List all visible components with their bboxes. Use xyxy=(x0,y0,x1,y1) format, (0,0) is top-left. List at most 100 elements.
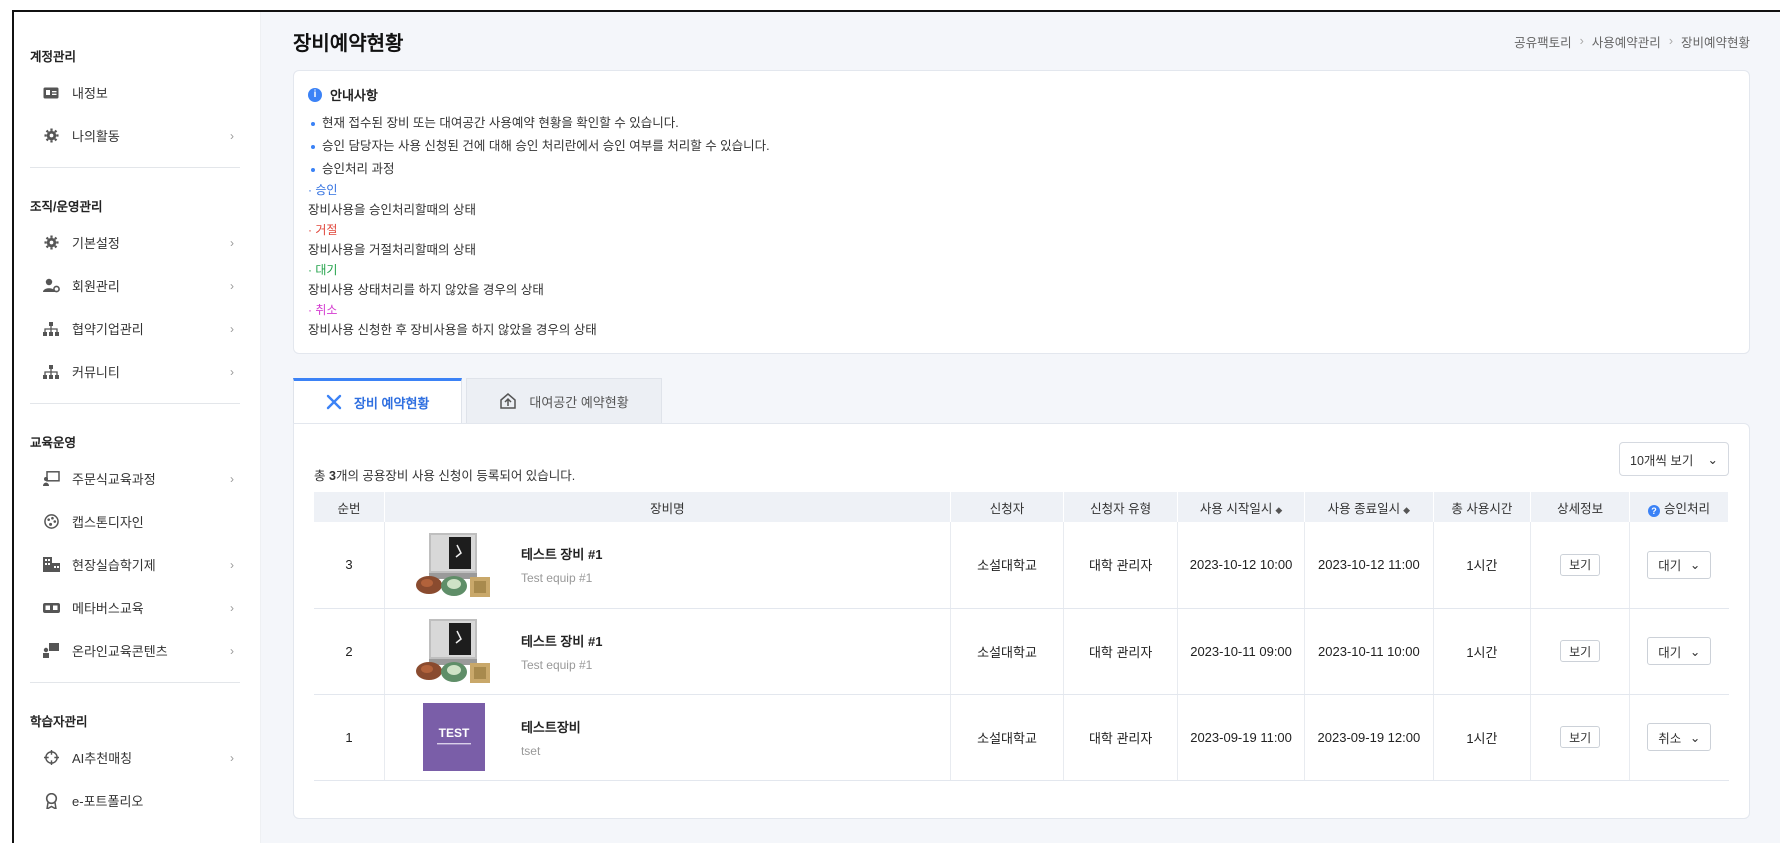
equipment-name[interactable]: 테스트장비 xyxy=(521,717,581,736)
view-detail-button[interactable]: 보기 xyxy=(1560,553,1601,576)
sidebar-item[interactable]: 나의활동 › xyxy=(30,114,240,157)
approval-status-select[interactable]: 대기 ⌄ xyxy=(1647,550,1712,579)
sidebar-item-label: e-포트폴리오 xyxy=(72,794,144,809)
cell-detail: 보기 xyxy=(1530,694,1631,781)
chevron-right-icon: › xyxy=(230,321,234,336)
help-icon[interactable]: ? xyxy=(1648,504,1661,517)
sidebar: 계정관리 내정보 나의활동 › 조직/운영관리 기본설정 › 회원관리 › 협약기업관리 › 커뮤니티… xyxy=(14,12,261,843)
chevron-right-icon: › xyxy=(230,750,234,765)
tab-bar: 장비 예약현황 대여공간 예약현황 xyxy=(293,378,1750,423)
cell-end: 2023-09-19 12:00 xyxy=(1304,694,1434,781)
equipment-thumbnail[interactable]: TEST xyxy=(415,703,493,771)
sidebar-item-label: 현장실습학기제 xyxy=(72,558,156,573)
approval-status-select[interactable]: 취소 ⌄ xyxy=(1647,723,1712,751)
org-chart-icon xyxy=(42,321,60,336)
sidebar-heading: 계정관리 xyxy=(30,50,77,64)
sidebar-item[interactable]: 캡스톤디자인 xyxy=(30,500,240,543)
sidebar-item[interactable]: e-포트폴리오 xyxy=(30,779,240,822)
sort-icon: ◆ xyxy=(1275,504,1283,515)
sidebar-item[interactable]: 메타버스교육 › xyxy=(30,586,240,629)
chevron-down-icon: ⌄ xyxy=(1707,452,1718,467)
cell-approval: 취소 ⌄ xyxy=(1629,694,1729,781)
cell-total: 1시간 xyxy=(1433,608,1532,695)
sidebar-item-label: 메타버스교육 xyxy=(72,601,144,616)
cell-approval: 대기 ⌄ xyxy=(1629,608,1729,695)
notice-bullet: 승인처리 과정 xyxy=(308,158,1735,181)
cell-no: 2 xyxy=(314,608,385,695)
equipment-name[interactable]: 테스트 장비 #1 xyxy=(521,544,602,563)
cell-applicant: 소설대학교 xyxy=(950,608,1065,695)
col-header-start[interactable]: 사용 시작일시 ◆ xyxy=(1177,492,1306,522)
cell-approval: 대기 ⌄ xyxy=(1629,522,1729,609)
chevron-down-icon: ⌄ xyxy=(1689,644,1701,659)
cell-applicant-type: 대학 관리자 xyxy=(1063,608,1178,695)
main-content: 장비예약현황 공유팩토리 › 사용예약관리 › 장비예약현황 i 안내사항 현재… xyxy=(261,12,1780,843)
chevron-right-icon: › xyxy=(230,235,234,250)
sidebar-item-label: 내정보 xyxy=(72,86,108,101)
equipment-subtitle: Test equip #1 xyxy=(520,657,593,672)
info-icon: i xyxy=(308,87,322,102)
sidebar-heading: 교육운영 xyxy=(30,436,77,450)
cell-no: 3 xyxy=(314,522,385,609)
cell-equipment: 테스트 장비 #1 Test equip #1 xyxy=(384,522,951,609)
sidebar-item[interactable]: 온라인교육콘텐츠 › xyxy=(30,629,240,672)
sidebar-section: 교육운영 주문식교육과정 › 캡스톤디자인 현장실습학기제 › 메타버스교육 › 온라인교육콘텐… xyxy=(14,418,260,672)
equipment-name[interactable]: 테스트 장비 #1 xyxy=(521,631,602,650)
house-upload-icon xyxy=(499,393,517,409)
col-header-end[interactable]: 사용 종료일시 ◆ xyxy=(1304,492,1434,522)
table-row: 2 테스트 장비 #1 Test equip #1 소설대학교 대학 관리자 2023-1… xyxy=(314,608,1729,695)
reservation-table: 순번 장비명 신청자 신청자 유형 사용 시작일시 ◆ 사용 종료일시 ◆ 총 사용… xyxy=(314,492,1729,781)
col-header-applicant-type: 신청자 유형 xyxy=(1063,492,1178,522)
breadcrumb-separator-icon: › xyxy=(1668,34,1673,48)
cell-equipment: 테스트 장비 #1 Test equip #1 xyxy=(384,608,951,695)
sidebar-item[interactable]: 주문식교육과정 › xyxy=(30,457,240,500)
breadcrumb-item-1[interactable]: 사용예약관리 xyxy=(1592,32,1661,51)
notice-bullet: 승인 담당자는 사용 신청된 건에 대해 승인 처리란에서 승인 여부를 처리할… xyxy=(308,135,1735,158)
approval-status-select[interactable]: 대기 ⌄ xyxy=(1647,637,1712,665)
sidebar-item[interactable]: AI추천매칭 › xyxy=(30,736,240,779)
page-size-select[interactable]: 10개씩 보기 ⌄ xyxy=(1619,442,1729,476)
notice-bullet: 현재 접수된 장비 또는 대여공간 사용예약 현황을 확인할 수 있습니다. xyxy=(308,112,1735,135)
result-count: 총 3개의 공용장비 사용 신청이 등록되어 있습니다. xyxy=(314,468,576,483)
view-detail-button[interactable]: 보기 xyxy=(1560,726,1601,748)
sidebar-item[interactable]: 현장실습학기제 › xyxy=(30,543,240,586)
status-value: 취소 xyxy=(1658,731,1682,746)
gear-icon xyxy=(42,235,60,250)
sidebar-item[interactable]: 기본설정 › xyxy=(30,221,240,264)
sidebar-item[interactable]: 내정보 xyxy=(30,71,240,114)
breadcrumb-item-0[interactable]: 공유팩토리 xyxy=(1514,32,1572,51)
cell-detail: 보기 xyxy=(1530,522,1631,609)
col-header-equipment: 장비명 xyxy=(384,492,951,522)
building-icon xyxy=(42,557,60,572)
cell-total: 1시간 xyxy=(1433,522,1532,609)
tab-space-reservations[interactable]: 대여공간 예약현황 xyxy=(466,378,662,423)
chevron-right-icon: › xyxy=(230,471,234,486)
tab-label: 대여공간 예약현황 xyxy=(529,394,629,410)
status-desc-approve: 장비사용을 승인처리할때의 상태 xyxy=(308,203,476,217)
sidebar-divider xyxy=(30,682,240,683)
notice-header: i 안내사항 xyxy=(308,85,1735,104)
chevron-right-icon: › xyxy=(230,557,234,572)
status-desc-wait: 장비사용 상태처리를 하지 않았을 경우의 상태 xyxy=(308,283,544,297)
sidebar-item[interactable]: 협약기업관리 › xyxy=(30,307,240,350)
sidebar-item[interactable]: 커뮤니티 › xyxy=(30,350,240,393)
cell-end: 2023-10-12 11:00 xyxy=(1304,522,1434,609)
cell-start: 2023-10-12 10:00 xyxy=(1177,522,1306,609)
tab-label: 장비 예약현황 xyxy=(354,395,430,411)
cell-equipment: TEST 테스트장비 tset xyxy=(384,694,951,781)
col-header-total: 총 사용시간 xyxy=(1433,492,1532,522)
equipment-thumbnail[interactable] xyxy=(415,617,493,685)
sidebar-section: 학습자관리 AI추천매칭 › e-포트폴리오 xyxy=(14,697,260,822)
table-row: 1 TEST 테스트장비 tset 소설대학교 대학 관리자 2023-09-19 11:0… xyxy=(314,694,1729,781)
reservation-panel: 총 3개의 공용장비 사용 신청이 등록되어 있습니다. 10개씩 보기 ⌄ 순… xyxy=(293,423,1750,819)
sidebar-item-label: 협약기업관리 xyxy=(72,322,144,337)
col-header-no: 순번 xyxy=(314,492,385,522)
view-detail-button[interactable]: 보기 xyxy=(1560,640,1601,662)
sidebar-section: 계정관리내정보나의활동 › xyxy=(14,32,260,157)
sidebar-item-label: AI추천매칭 xyxy=(72,751,133,766)
tools-icon xyxy=(326,394,342,410)
col-header-approval: ? 승인처리 xyxy=(1629,492,1729,522)
tab-equipment-reservations[interactable]: 장비 예약현황 xyxy=(293,378,463,423)
equipment-thumbnail[interactable] xyxy=(415,531,493,599)
sidebar-item[interactable]: 회원관리 › xyxy=(30,264,240,307)
